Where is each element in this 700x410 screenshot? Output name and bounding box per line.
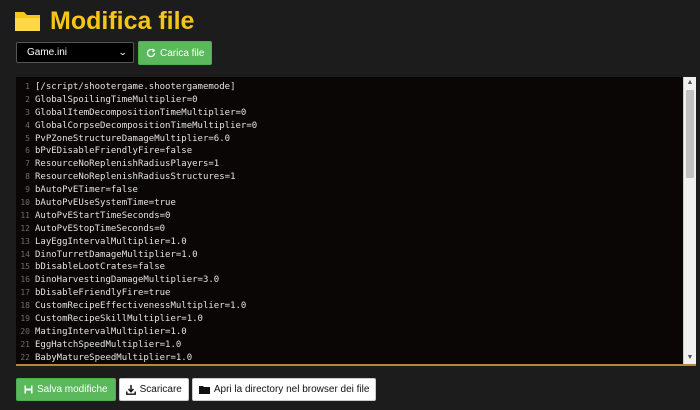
- save-changes-label: Salva modifiche: [37, 384, 108, 395]
- line-text: EggHatchSpeedMultiplier=1.0: [35, 339, 182, 350]
- line-text: ResourceNoReplenishRadiusPlayers=1: [35, 159, 220, 170]
- line-number: 11: [20, 210, 30, 220]
- scroll-thumb[interactable]: [686, 90, 694, 178]
- line-number: 9: [25, 185, 30, 195]
- file-select-value: Game.ini: [27, 47, 68, 58]
- line-text: LayEggIntervalMultiplier=1.0: [35, 236, 187, 247]
- refresh-icon: [146, 48, 156, 58]
- line-number: 7: [25, 159, 30, 169]
- page-title-text: Modifica file: [50, 6, 195, 35]
- line-number: 2: [25, 94, 30, 104]
- code-line: 4 GlobalCorpseDecompositionTimeMultiplier…: [16, 120, 682, 133]
- code-line: 22 BabyMatureSpeedMultiplier=1.0: [16, 352, 682, 364]
- line-text: DinoHarvestingDamageMultiplier=3.0: [35, 275, 220, 286]
- line-text: CustomRecipeEffectivenessMultiplier=1.0: [35, 301, 247, 312]
- download-label: Scaricare: [139, 384, 182, 395]
- line-text: AutoPvEStartTimeSeconds=0: [35, 210, 171, 221]
- line-number: 1: [25, 82, 30, 91]
- line-number: 15: [20, 262, 30, 272]
- scroll-down-arrow-icon[interactable]: ▼: [684, 352, 696, 364]
- line-number: 5: [25, 133, 30, 143]
- line-number: 20: [20, 326, 30, 336]
- save-changes-button[interactable]: Salva modifiche: [16, 378, 116, 401]
- scroll-up-arrow-icon[interactable]: ▲: [684, 77, 696, 89]
- editor-scrollbar[interactable]: ▲ ▼: [683, 77, 696, 364]
- load-file-label: Carica file: [160, 47, 205, 59]
- line-number: 18: [20, 301, 30, 311]
- code-line: 9 bAutoPvETimer=false: [16, 184, 682, 197]
- line-number: 16: [20, 275, 30, 285]
- code-line: 18 CustomRecipeEffectivenessMultiplier=1.…: [16, 300, 682, 313]
- chevron-down-icon: ⌄: [118, 47, 129, 57]
- open-directory-label: Apri la directory nel browser dei file: [213, 384, 370, 395]
- action-bar: Salva modifiche Scaricare Apri la direct…: [16, 378, 377, 401]
- line-number: 10: [20, 198, 30, 208]
- line-text: CustomRecipeSkillMultiplier=1.0: [35, 314, 203, 325]
- line-text: [/script/shootergame.shootergamemode]: [35, 82, 236, 92]
- code-line: 19 CustomRecipeSkillMultiplier=1.0: [16, 313, 682, 326]
- folder-open-icon: [15, 12, 40, 31]
- line-number: 13: [20, 236, 30, 246]
- line-text: GlobalSpoilingTimeMultiplier=0: [35, 94, 198, 105]
- line-number: 21: [20, 339, 30, 349]
- code-line: 6 bPvEDisableFriendlyFire=false: [16, 145, 682, 158]
- code-line: 10 bAutoPvEUseSystemTime=true: [16, 197, 682, 210]
- line-text: GlobalCorpseDecompositionTimeMultiplier=…: [35, 120, 258, 131]
- line-text: GlobalItemDecompositionTimeMultiplier=0: [35, 107, 247, 118]
- code-line: 20 MatingIntervalMultiplier=1.0: [16, 326, 682, 339]
- code-line: 7 ResourceNoReplenishRadiusPlayers=1: [16, 158, 682, 171]
- code-line: 2 GlobalSpoilingTimeMultiplier=0: [16, 94, 682, 107]
- code-line: 3 GlobalItemDecompositionTimeMultiplier=0: [16, 107, 682, 120]
- file-select[interactable]: Game.ini ⌄: [16, 42, 134, 63]
- line-number: 12: [20, 223, 30, 233]
- line-text: ResourceNoReplenishRadiusStructures=1: [35, 172, 236, 183]
- folder-icon: [198, 385, 210, 394]
- download-icon: [125, 384, 136, 395]
- line-text: MatingIntervalMultiplier=1.0: [35, 326, 187, 337]
- code-line: 5 PvPZoneStructureDamageMultiplier=6.0: [16, 133, 682, 146]
- line-text: BabyMatureSpeedMultiplier=1.0: [35, 352, 193, 363]
- line-text: bDisableFriendlyFire=true: [35, 288, 171, 299]
- code-line: 12 AutoPvEStopTimeSeconds=0: [16, 223, 682, 236]
- line-text: bAutoPvETimer=false: [35, 185, 138, 196]
- line-text: PvPZoneStructureDamageMultiplier=6.0: [35, 133, 231, 144]
- code-line: 8 ResourceNoReplenishRadiusStructures=1: [16, 171, 682, 184]
- page-title: Modifica file: [14, 6, 194, 36]
- download-button[interactable]: Scaricare: [118, 378, 189, 401]
- line-number: 6: [25, 146, 30, 156]
- code-line: 16 DinoHarvestingDamageMultiplier=3.0: [16, 274, 682, 287]
- line-text: bAutoPvEUseSystemTime=true: [35, 198, 176, 209]
- code-line: 21 EggHatchSpeedMultiplier=1.0: [16, 339, 682, 352]
- code-line: 15 bDisableLootCrates=false: [16, 261, 682, 274]
- code-line: 13 LayEggIntervalMultiplier=1.0: [16, 236, 682, 249]
- open-directory-button[interactable]: Apri la directory nel browser dei file: [191, 378, 377, 401]
- code-line: 1 [/script/shootergame.shootergamemode]: [16, 81, 682, 94]
- line-text: bPvEDisableFriendlyFire=false: [35, 146, 193, 157]
- code-lines: 1 [/script/shootergame.shootergamemode] 2 G…: [16, 81, 682, 364]
- line-number: 17: [20, 288, 30, 298]
- code-line: 14 DinoTurretDamageMultiplier=1.0: [16, 249, 682, 262]
- line-text: bDisableLootCrates=false: [35, 262, 166, 273]
- line-number: 3: [25, 107, 30, 117]
- load-file-button[interactable]: Carica file: [138, 41, 213, 65]
- code-line: 11 AutoPvEStartTimeSeconds=0: [16, 210, 682, 223]
- line-number: 19: [20, 314, 30, 324]
- line-number: 22: [20, 352, 30, 362]
- save-icon: [24, 385, 33, 394]
- code-editor[interactable]: 1 [/script/shootergame.shootergamemode] 2 G…: [16, 77, 696, 366]
- code-line: 17 bDisableFriendlyFire=true: [16, 287, 682, 300]
- line-number: 8: [25, 172, 30, 182]
- line-number: 14: [20, 249, 30, 259]
- line-number: 4: [25, 120, 30, 130]
- line-text: DinoTurretDamageMultiplier=1.0: [35, 249, 198, 260]
- line-text: AutoPvEStopTimeSeconds=0: [35, 223, 166, 234]
